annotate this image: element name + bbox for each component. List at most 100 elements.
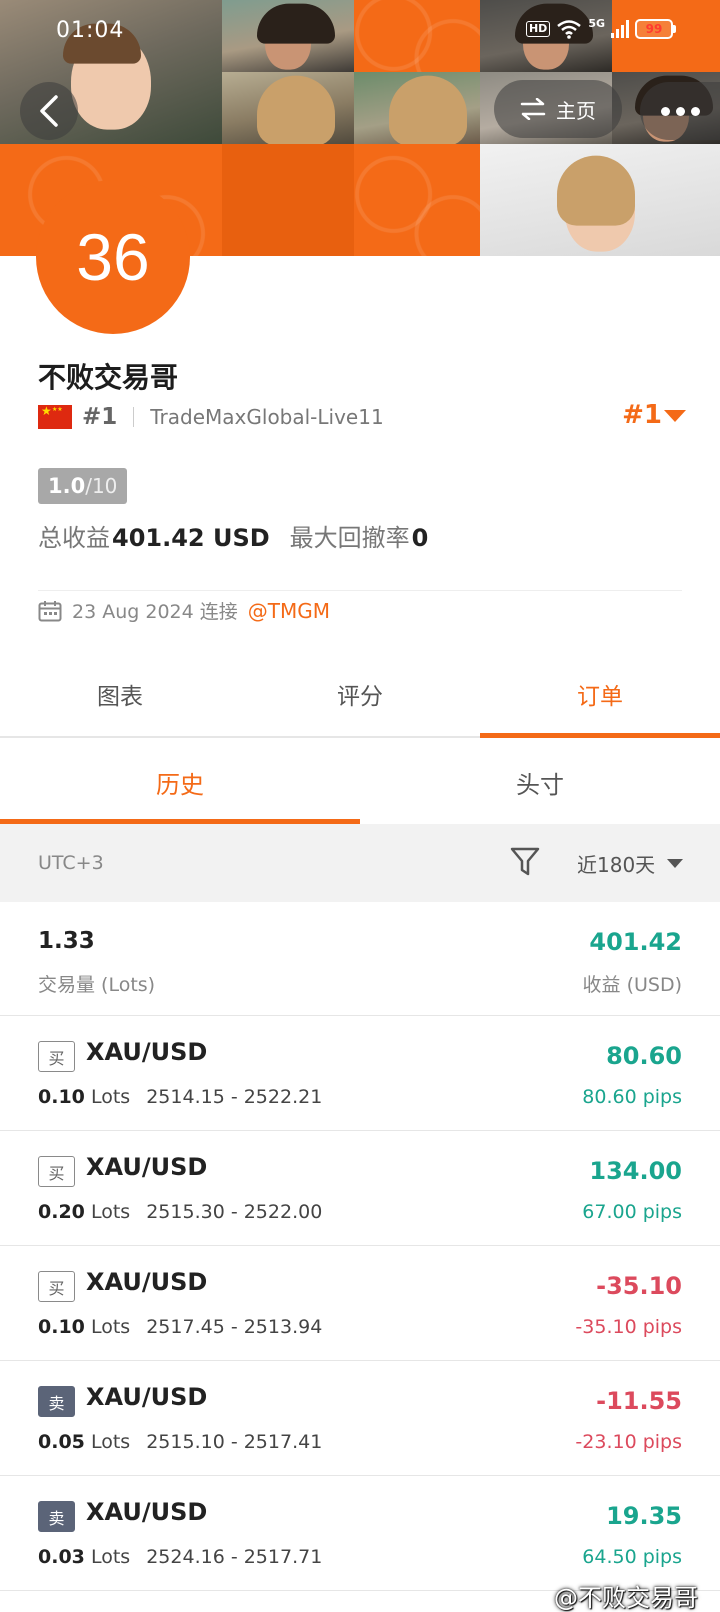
score-value: 1.0 (48, 474, 86, 498)
total-lots-value: 1.33 (38, 928, 95, 954)
total-profit-label: 总收益 (38, 524, 110, 552)
order-lots-unit: Lots (90, 1431, 131, 1453)
tab-history[interactable]: 历史 (0, 740, 360, 824)
caret-down-icon[interactable] (664, 410, 686, 422)
more-dot-icon (690, 106, 700, 116)
order-prices: 2524.16 - 2517.71 (146, 1546, 323, 1568)
battery-level: 99 (635, 19, 673, 39)
order-row[interactable]: 买 XAU/USD 0.10 Lots 2514.15 - 2522.21 80… (0, 1016, 720, 1131)
sell-badge: 卖 (38, 1501, 75, 1532)
max-drawdown-label: 最大回撤率 (289, 524, 410, 552)
avatar-photo-5 (354, 72, 486, 146)
date-range-select[interactable]: 近180天 (577, 849, 655, 878)
avatar-photo-8 (480, 144, 720, 256)
rank-badge: 36 (36, 180, 190, 334)
wifi-icon (557, 20, 582, 39)
trader-name: 不败交易哥 (38, 361, 179, 394)
signal-icon (611, 20, 629, 38)
order-detail: 0.05 Lots 2515.10 - 2517.41 (38, 1431, 322, 1453)
total-lots-label: 交易量 (Lots) (38, 974, 156, 996)
buy-badge: 买 (38, 1271, 75, 1302)
country-rank: #1 (82, 404, 118, 430)
total-profit-label: 收益 (USD) (582, 974, 682, 996)
order-profit: 19.35 (606, 1502, 682, 1530)
order-row[interactable]: 买 XAU/USD 0.20 Lots 2515.30 - 2522.00 13… (0, 1131, 720, 1246)
overall-rank[interactable]: #1 (622, 400, 662, 430)
order-row[interactable]: 卖 XAU/USD 0.05 Lots 2515.10 - 2517.41 -1… (0, 1361, 720, 1476)
timezone-label: UTC+3 (38, 852, 104, 874)
avatar-photo-4 (222, 72, 354, 146)
caret-down-icon[interactable] (667, 859, 683, 868)
order-profit: 134.00 (589, 1157, 682, 1185)
network-type: 5G (588, 16, 605, 30)
max-drawdown-value: 0 (411, 524, 429, 552)
order-prices: 2515.30 - 2522.00 (146, 1201, 323, 1223)
order-lots-unit: Lots (90, 1201, 131, 1223)
divider (38, 590, 682, 591)
total-profit-value: 401.42 (589, 928, 682, 956)
buy-badge: 买 (38, 1041, 75, 1072)
more-dot-icon (660, 106, 670, 116)
battery-icon: 99 (635, 19, 676, 39)
order-pips: 80.60 pips (582, 1086, 682, 1108)
china-flag-icon (38, 404, 72, 429)
order-pips: 67.00 pips (582, 1201, 682, 1223)
order-detail: 0.10 Lots 2517.45 - 2513.94 (38, 1316, 322, 1338)
order-symbol: XAU/USD (86, 1498, 208, 1526)
calendar-icon (38, 600, 62, 621)
total-profit-value: 401.42 USD (112, 524, 270, 552)
tab-positions[interactable]: 头寸 (360, 740, 720, 824)
tab-chart[interactable]: 图表 (0, 652, 240, 736)
switch-icon (520, 98, 546, 120)
buy-badge: 买 (38, 1156, 75, 1187)
join-date: 23 Aug 2024 连接 (72, 601, 238, 623)
filter-icon[interactable] (510, 846, 540, 878)
trader-meta-row: #1 TradeMaxGlobal-Live11 (38, 404, 384, 430)
order-prices: 2515.10 - 2517.41 (146, 1431, 323, 1453)
more-options-button[interactable] (640, 82, 720, 140)
order-prices: 2517.45 - 2513.94 (146, 1316, 323, 1338)
watermark: @不败交易哥 (554, 1584, 698, 1612)
order-lots: 0.10 (38, 1086, 85, 1108)
orders-summary: 1.33 交易量 (Lots) 401.42 收益 (USD) (0, 902, 720, 1016)
order-prices: 2514.15 - 2522.21 (146, 1086, 323, 1108)
sub-tabs: 历史 头寸 (0, 740, 720, 824)
banner-orange-tile (222, 144, 354, 256)
tab-rating[interactable]: 评分 (240, 652, 480, 736)
back-button[interactable] (20, 82, 78, 140)
order-symbol: XAU/USD (86, 1268, 208, 1296)
order-symbol: XAU/USD (86, 1153, 208, 1181)
banner-pattern-tile (354, 144, 486, 256)
avatar-photo-2 (222, 0, 354, 72)
filter-bar: UTC+3 近180天 (0, 824, 720, 902)
score-badge: 1.0 /10 (38, 468, 128, 504)
order-lots: 0.10 (38, 1316, 85, 1338)
banner-pattern-tile (354, 0, 486, 72)
tab-orders[interactable]: 订单 (480, 652, 720, 738)
order-detail: 0.20 Lots 2515.30 - 2522.00 (38, 1201, 322, 1223)
main-tabs: 图表 评分 订单 (0, 652, 720, 738)
order-detail: 0.10 Lots 2514.15 - 2522.21 (38, 1086, 322, 1108)
server-name: TradeMaxGlobal-Live11 (150, 405, 384, 429)
order-lots: 0.05 (38, 1431, 85, 1453)
order-pips: -23.10 pips (575, 1431, 682, 1453)
order-pips: 64.50 pips (582, 1546, 682, 1568)
order-profit: -11.55 (596, 1387, 682, 1415)
status-time: 01:04 (56, 18, 125, 43)
status-icons: HD 5G 99 (525, 16, 676, 39)
order-row[interactable]: 买 XAU/USD 0.10 Lots 2517.45 - 2513.94 -3… (0, 1246, 720, 1361)
order-lots: 0.20 (38, 1201, 85, 1223)
more-dot-icon (675, 106, 685, 116)
chevron-left-icon (40, 95, 58, 127)
home-button-label: 主页 (556, 98, 596, 123)
divider (133, 407, 135, 427)
order-lots-unit: Lots (90, 1316, 131, 1338)
order-symbol: XAU/USD (86, 1383, 208, 1411)
order-detail: 0.03 Lots 2524.16 - 2517.71 (38, 1546, 322, 1568)
broker-link[interactable]: @TMGM (248, 599, 330, 623)
order-pips: -35.10 pips (575, 1316, 682, 1338)
order-row[interactable]: 卖 XAU/USD 0.03 Lots 2524.16 - 2517.71 19… (0, 1476, 720, 1591)
hd-icon: HD (525, 21, 551, 37)
order-symbol: XAU/USD (86, 1038, 208, 1066)
home-button[interactable]: 主页 (494, 80, 622, 138)
